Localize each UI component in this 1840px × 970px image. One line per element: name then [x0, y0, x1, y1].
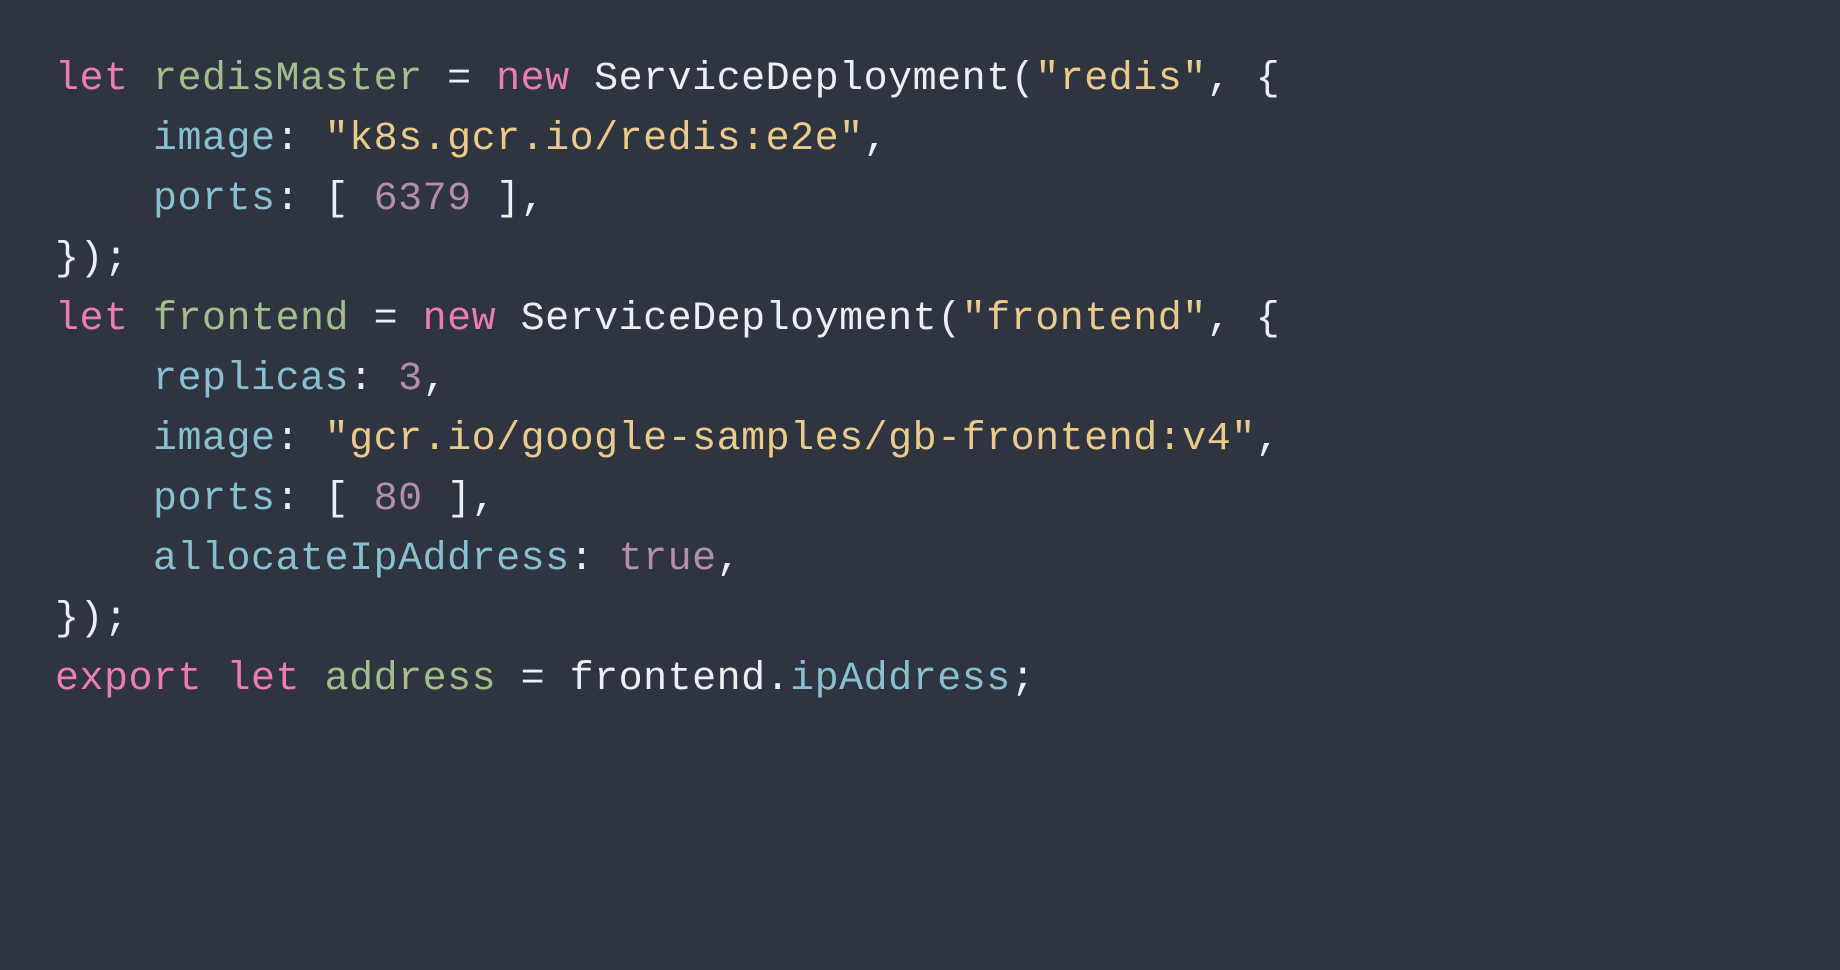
comma: , — [521, 177, 546, 222]
open-paren: ( — [1011, 57, 1036, 102]
keyword-export: export — [55, 657, 202, 702]
string-image-value: "k8s.gcr.io/redis:e2e" — [325, 117, 864, 162]
string-image-value: "gcr.io/google-samples/gb-frontend:v4" — [325, 417, 1256, 462]
open-bracket: [ — [325, 477, 374, 522]
comma: , — [1207, 297, 1256, 342]
indent — [55, 537, 153, 582]
comma: , — [717, 537, 742, 582]
space — [300, 657, 325, 702]
equals-sign: = — [423, 57, 497, 102]
open-bracket: [ — [325, 177, 374, 222]
string-frontend: "frontend" — [962, 297, 1207, 342]
prop-ports: ports — [153, 477, 276, 522]
open-brace: { — [1256, 297, 1281, 342]
comma: , — [1207, 57, 1256, 102]
string-redis: "redis" — [1035, 57, 1207, 102]
close-brace-paren: }); — [55, 237, 129, 282]
code-line-4: }); — [55, 237, 129, 282]
var-frontend: frontend — [153, 297, 349, 342]
indent — [55, 357, 153, 402]
comma: , — [472, 477, 497, 522]
var-redisMaster: redisMaster — [153, 57, 423, 102]
keyword-new: new — [496, 57, 570, 102]
keyword-new: new — [423, 297, 497, 342]
prop-image: image — [153, 117, 276, 162]
code-line-2: image: "k8s.gcr.io/redis:e2e", — [55, 117, 888, 162]
code-line-5: let frontend = new ServiceDeployment("fr… — [55, 297, 1280, 342]
indent — [55, 117, 153, 162]
colon: : — [349, 357, 398, 402]
code-line-7: image: "gcr.io/google-samples/gb-fronten… — [55, 417, 1280, 462]
var-address: address — [325, 657, 497, 702]
code-line-1: let redisMaster = new ServiceDeployment(… — [55, 57, 1280, 102]
code-line-10: }); — [55, 597, 129, 642]
comma: , — [864, 117, 889, 162]
prop-image: image — [153, 417, 276, 462]
close-bracket: ] — [423, 477, 472, 522]
comma: , — [423, 357, 448, 402]
keyword-let: let — [227, 657, 301, 702]
indent — [55, 477, 153, 522]
prop-ipAddress: ipAddress — [790, 657, 1011, 702]
open-paren: ( — [937, 297, 962, 342]
obj-frontend: frontend — [570, 657, 766, 702]
colon: : — [276, 417, 325, 462]
keyword-let: let — [55, 57, 129, 102]
space — [202, 657, 227, 702]
comma: , — [1256, 417, 1281, 462]
open-brace: { — [1256, 57, 1281, 102]
number-3: 3 — [398, 357, 423, 402]
indent — [55, 417, 153, 462]
close-bracket: ] — [472, 177, 521, 222]
code-editor: let redisMaster = new ServiceDeployment(… — [55, 50, 1785, 710]
close-brace-paren: }); — [55, 597, 129, 642]
colon: : — [276, 117, 325, 162]
colon: : — [276, 177, 325, 222]
dot: . — [766, 657, 791, 702]
boolean-true: true — [619, 537, 717, 582]
semicolon: ; — [1011, 657, 1036, 702]
code-line-9: allocateIpAddress: true, — [55, 537, 741, 582]
code-line-3: ports: [ 6379 ], — [55, 177, 545, 222]
code-line-11: export let address = frontend.ipAddress; — [55, 657, 1035, 702]
indent — [55, 177, 153, 222]
prop-allocateIpAddress: allocateIpAddress — [153, 537, 570, 582]
equals-sign: = — [496, 657, 570, 702]
class-ServiceDeployment: ServiceDeployment — [521, 297, 938, 342]
class-ServiceDeployment: ServiceDeployment — [594, 57, 1011, 102]
code-line-8: ports: [ 80 ], — [55, 477, 496, 522]
number-6379: 6379 — [374, 177, 472, 222]
prop-replicas: replicas — [153, 357, 349, 402]
prop-ports: ports — [153, 177, 276, 222]
colon: : — [276, 477, 325, 522]
keyword-let: let — [55, 297, 129, 342]
number-80: 80 — [374, 477, 423, 522]
code-line-6: replicas: 3, — [55, 357, 447, 402]
equals-sign: = — [349, 297, 423, 342]
colon: : — [570, 537, 619, 582]
